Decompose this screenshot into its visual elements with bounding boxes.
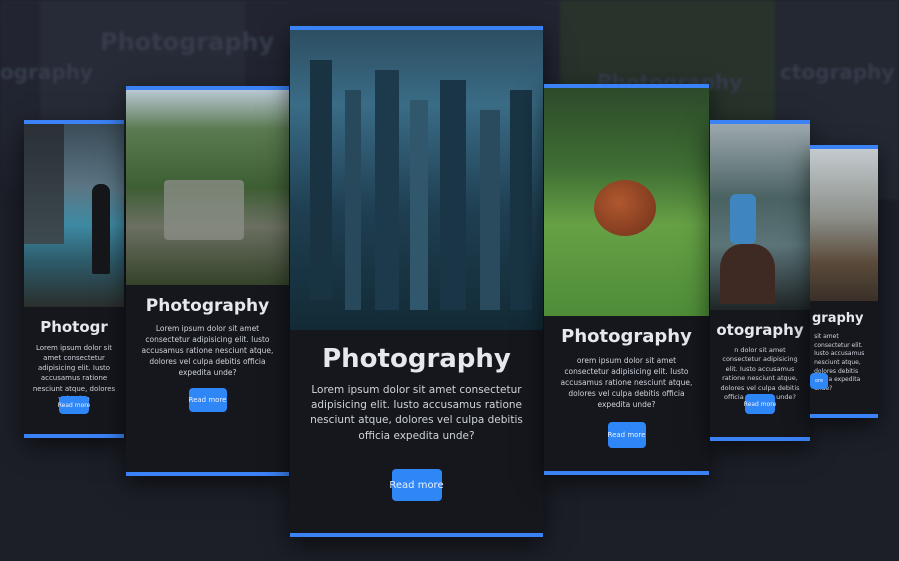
bg-title-far-left: ography (0, 60, 94, 84)
read-more-button[interactable]: Read more (188, 388, 227, 412)
card-city[interactable]: Photography Lorem ipsum dolor sit amet c… (290, 26, 543, 537)
card-title: Photogr (40, 318, 108, 336)
card-image-city (290, 30, 543, 330)
card-title: Photography (561, 326, 692, 347)
card-bridge[interactable]: graphy sit amet consectetur elit. Iusto … (810, 145, 878, 418)
card-image-bridge (810, 149, 878, 301)
read-more-button[interactable]: Read more (389, 469, 444, 501)
card-title: graphy (812, 311, 864, 326)
bg-title-left: Photography (100, 28, 275, 56)
read-more-button[interactable]: Read more (744, 394, 776, 414)
bg-title-right: ctography (780, 60, 895, 84)
card-title: Photography (145, 296, 270, 316)
card-description: orem ipsum dolor sit amet consectetur ad… (560, 356, 693, 409)
read-more-button[interactable]: Read more (58, 396, 90, 414)
card-image-kayak (710, 124, 810, 310)
card-image-lake (24, 124, 124, 307)
card-mountain[interactable]: Photography Lorem ipsum dolor sit amet c… (126, 86, 289, 476)
card-description: Lorem ipsum dolor sit amet consectetur a… (141, 324, 274, 377)
card-description: Lorem ipsum dolor sit amet consectetur a… (32, 344, 116, 403)
card-kayak[interactable]: otography n dolor sit amet consectetur a… (710, 120, 810, 441)
card-title: otography (716, 321, 804, 339)
card-description: Lorem ipsum dolor sit amet consectetur a… (310, 384, 523, 442)
read-more-button[interactable]: Read more (607, 422, 646, 448)
card-football[interactable]: Photography orem ipsum dolor sit amet co… (544, 84, 709, 475)
read-more-button[interactable]: ore (810, 373, 828, 389)
card-image-football (544, 88, 709, 316)
card-title: Photography (322, 344, 511, 374)
card-lake[interactable]: Photogr Lorem ipsum dolor sit amet conse… (24, 120, 124, 438)
card-image-mountain (126, 90, 289, 285)
